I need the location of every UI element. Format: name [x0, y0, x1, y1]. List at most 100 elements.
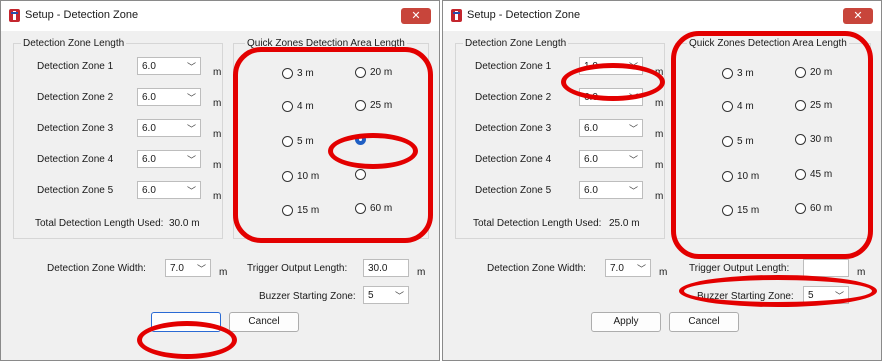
radio-label: 60 m	[810, 203, 833, 214]
radio-3m[interactable]	[282, 68, 293, 79]
radio-5m[interactable]	[722, 136, 733, 147]
close-button[interactable]: ✕	[401, 8, 431, 24]
zone-2-select[interactable]: 6.0 ﹀	[579, 88, 643, 106]
radio-4m[interactable]	[282, 101, 293, 112]
radio-30m[interactable]	[795, 134, 806, 145]
buzzer-zone-label: Buzzer Starting Zone:	[259, 291, 356, 302]
radio-45m[interactable]	[795, 169, 806, 180]
buzzer-zone-select[interactable]: 5 ﹀	[363, 286, 409, 304]
chevron-down-icon: ﹀	[186, 186, 196, 196]
chevron-down-icon: ﹀	[628, 62, 638, 72]
unit-label: m	[655, 191, 664, 202]
total-length-label: Total Detection Length Used:	[473, 218, 602, 229]
zone-4-label: Detection Zone 4	[37, 154, 114, 165]
unit-label: m	[213, 129, 222, 140]
radio-15m[interactable]	[282, 205, 293, 216]
total-length-value: 25.0 m	[609, 218, 640, 229]
zone-3-label: Detection Zone 3	[475, 123, 552, 134]
window-title: Setup - Detection Zone	[467, 9, 581, 21]
chevron-down-icon: ﹀	[628, 124, 638, 134]
radio-label: 15 m	[297, 205, 320, 216]
chevron-down-icon: ﹀	[834, 291, 844, 301]
length-group-legend: Detection Zone Length	[21, 38, 127, 49]
zone-3-select[interactable]: 6.0 ﹀	[137, 119, 201, 137]
radio-5m[interactable]	[282, 136, 293, 147]
radio-10m[interactable]	[282, 171, 293, 182]
chevron-down-icon: ﹀	[636, 264, 646, 274]
total-length-label: Total Detection Length Used:	[35, 218, 164, 229]
trigger-length-label: Trigger Output Length:	[689, 263, 790, 274]
zone-5-select[interactable]: 6.0 ﹀	[579, 181, 643, 199]
radio-10m[interactable]	[722, 171, 733, 182]
radio-label: 15 m	[737, 205, 760, 216]
zone-5-label: Detection Zone 5	[475, 185, 552, 196]
trigger-length-label: Trigger Output Length:	[247, 263, 348, 274]
buzzer-zone-select[interactable]: 5 ﹀	[803, 286, 849, 304]
title-bar: Setup - Detection Zone ✕	[443, 1, 881, 31]
cancel-button[interactable]: Cancel	[669, 312, 739, 332]
chevron-down-icon: ﹀	[186, 62, 196, 72]
zone-width-select[interactable]: 7.0 ﹀	[605, 259, 651, 277]
zone-4-label: Detection Zone 4	[475, 154, 552, 165]
unit-label: m	[417, 267, 426, 278]
zone-2-label: Detection Zone 2	[37, 92, 114, 103]
radio-label: 30 m	[810, 134, 833, 145]
zone-1-label: Detection Zone 1	[37, 61, 114, 72]
trigger-length-input[interactable]	[803, 259, 849, 277]
total-length-value: 30.0 m	[169, 218, 200, 229]
zone-5-label: Detection Zone 5	[37, 185, 114, 196]
radio-20m[interactable]	[795, 67, 806, 78]
radio-label: 20 m	[810, 67, 833, 78]
cancel-button[interactable]: Cancel	[229, 312, 299, 332]
radio-4m[interactable]	[722, 101, 733, 112]
radio-25m[interactable]	[795, 100, 806, 111]
unit-label: m	[655, 98, 664, 109]
radio-label: 10 m	[737, 171, 760, 182]
zone-5-select[interactable]: 6.0 ﹀	[137, 181, 201, 199]
chevron-down-icon: ﹀	[628, 155, 638, 165]
chevron-down-icon: ﹀	[186, 155, 196, 165]
radio-20m[interactable]	[355, 67, 366, 78]
apply-button[interactable]	[151, 312, 221, 332]
radio-label: 3 m	[297, 68, 314, 79]
zone-1-label: Detection Zone 1	[475, 61, 552, 72]
radio-label: 20 m	[370, 67, 393, 78]
unit-label: m	[655, 160, 664, 171]
zone-4-select[interactable]: 6.0 ﹀	[137, 150, 201, 168]
unit-label: m	[213, 98, 222, 109]
app-icon	[9, 9, 20, 22]
unit-label: m	[219, 267, 228, 278]
close-button[interactable]: ✕	[843, 8, 873, 24]
radio-25m[interactable]	[355, 100, 366, 111]
zone-3-label: Detection Zone 3	[37, 123, 114, 134]
apply-button[interactable]: Apply	[591, 312, 661, 332]
radio-3m[interactable]	[722, 68, 733, 79]
setup-window-right: Setup - Detection Zone ✕ Detection Zone …	[442, 0, 882, 361]
zone-width-select[interactable]: 7.0 ﹀	[165, 259, 211, 277]
zone-width-label: Detection Zone Width:	[47, 263, 146, 274]
zone-1-select[interactable]: 6.0 ﹀	[137, 57, 201, 75]
quick-zones-group	[675, 43, 871, 239]
quick-zones-legend: Quick Zones Detection Area Length	[687, 38, 849, 49]
unit-label: m	[213, 67, 222, 78]
radio-15m[interactable]	[722, 205, 733, 216]
unit-label: m	[659, 267, 668, 278]
radio-30m[interactable]	[355, 134, 366, 145]
trigger-length-input[interactable]: 30.0	[363, 259, 409, 277]
radio-60m[interactable]	[355, 203, 366, 214]
zone-3-select[interactable]: 6.0 ﹀	[579, 119, 643, 137]
zone-width-label: Detection Zone Width:	[487, 263, 586, 274]
quick-zones-legend: Quick Zones Detection Area Length	[245, 38, 407, 49]
buzzer-zone-label: Buzzer Starting Zone:	[697, 291, 794, 302]
radio-45m[interactable]	[355, 169, 366, 180]
title-bar: Setup - Detection Zone ✕	[1, 1, 439, 31]
zone-4-select[interactable]: 6.0 ﹀	[579, 150, 643, 168]
radio-label: 60 m	[370, 203, 393, 214]
zone-2-select[interactable]: 6.0 ﹀	[137, 88, 201, 106]
zone-1-select[interactable]: 1.0 ﹀	[579, 57, 643, 75]
radio-label: 10 m	[297, 171, 320, 182]
radio-label: 4 m	[737, 101, 754, 112]
radio-60m[interactable]	[795, 203, 806, 214]
quick-zones-group	[233, 43, 429, 239]
chevron-down-icon: ﹀	[186, 93, 196, 103]
